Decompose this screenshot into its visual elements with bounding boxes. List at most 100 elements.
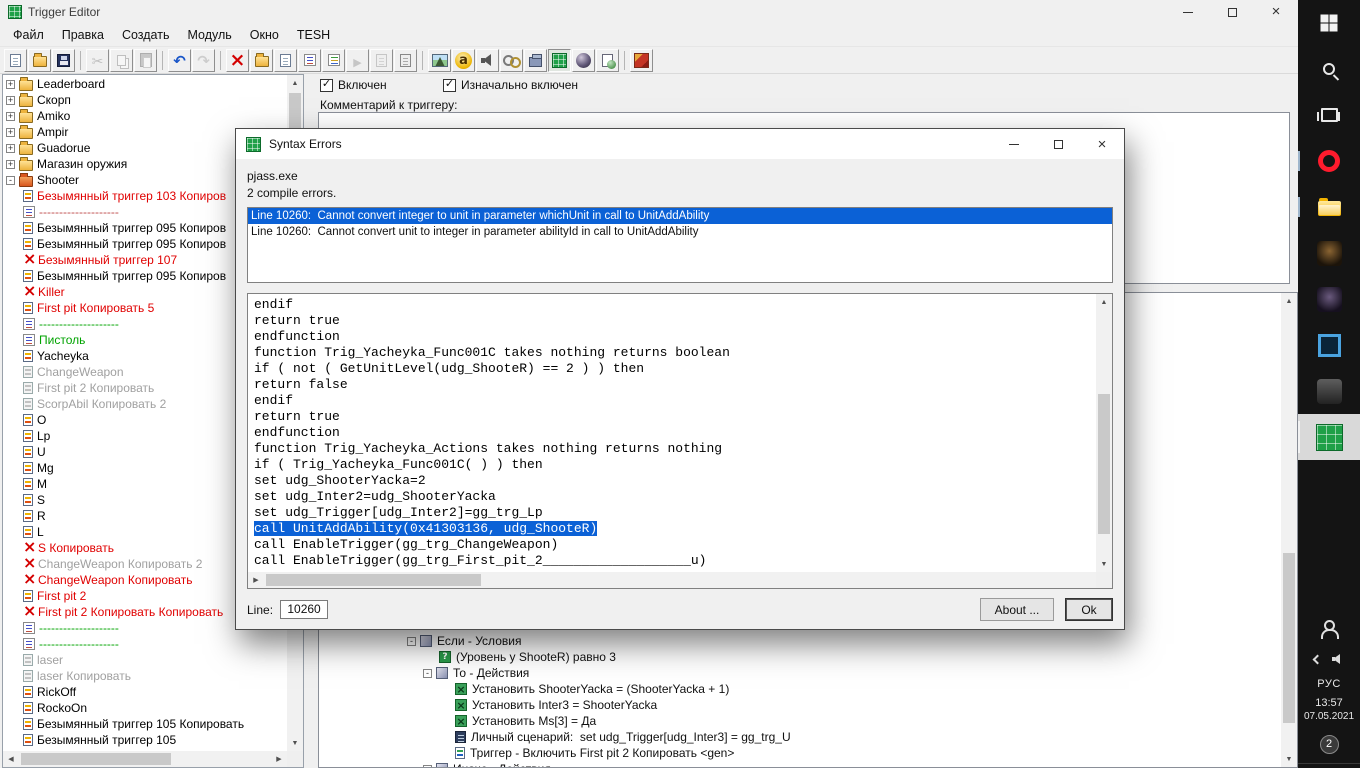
app-taskbar-button-3[interactable] [1298,322,1360,368]
search-button[interactable] [1298,46,1360,92]
menu-item[interactable]: Правка [53,26,113,44]
paste-button[interactable] [134,48,157,72]
redo-button[interactable] [192,48,215,72]
menu-item[interactable]: TESH [288,26,339,44]
run-trigger-button[interactable] [346,48,369,72]
scroll-thumb[interactable] [1283,553,1295,723]
scroll-up-button[interactable]: ▲ [1281,293,1297,309]
initially-enabled-checkbox[interactable]: ✓ [443,78,456,92]
about-button[interactable]: About ... [980,598,1054,621]
code-horizontal-scrollbar[interactable]: ◀ ▶ [248,572,1096,588]
tree-item[interactable]: RockoOn [3,700,287,716]
scroll-up-button[interactable]: ▲ [1096,294,1112,310]
ai-editor-button[interactable] [572,48,595,72]
action-expander[interactable]: - [423,668,432,678]
show-desktop-button[interactable] [1298,763,1360,768]
clock[interactable]: 13:57 07.05.2021 [1304,695,1354,725]
scroll-right-button[interactable]: ▶ [248,572,264,588]
action-item[interactable]: - Иначе - Действия [319,761,1281,767]
dialog-maximize-button[interactable] [1036,129,1080,159]
scroll-down-button[interactable]: ▼ [1281,751,1297,767]
menu-item[interactable]: Модуль [178,26,240,44]
tree-expander[interactable]: - [6,175,15,185]
action-item[interactable]: (Уровень у ShooteR) равно 3 [319,649,1281,665]
volume-icon[interactable] [1331,653,1345,665]
notification-center-button[interactable]: 2 [1298,725,1360,763]
tree-expander[interactable]: + [6,79,15,89]
tree-item[interactable]: RickOff [3,684,287,700]
action-expander[interactable]: - [407,636,416,646]
app-taskbar-button-1[interactable] [1298,230,1360,276]
dialog-close-button[interactable] [1080,129,1124,159]
dialog-minimize-button[interactable] [992,129,1036,159]
close-button[interactable] [1254,0,1298,24]
app-taskbar-button-2[interactable] [1298,276,1360,322]
minimize-button[interactable] [1166,0,1210,24]
scroll-right-button[interactable]: ▶ [271,751,287,767]
hidden-icons-chevron[interactable] [1312,654,1322,664]
tree-expander[interactable]: + [6,95,15,105]
tree-expander[interactable]: + [6,127,15,137]
test-map-button[interactable] [630,48,653,72]
actions-vertical-scrollbar[interactable]: ▲ ▼ [1281,293,1297,767]
menu-item[interactable]: Файл [4,26,53,44]
tree-item[interactable]: + Скорп [3,92,287,108]
cut-button[interactable] [86,48,109,72]
trigger-editor-button[interactable] [548,48,571,72]
error-item[interactable]: Line 10260: Cannot convert unit to integ… [248,224,1112,240]
new-button[interactable] [4,48,27,72]
new-comment-button[interactable] [298,48,321,72]
explorer-taskbar-button[interactable] [1298,184,1360,230]
enabled-checkbox[interactable]: ✓ [320,78,333,92]
scroll-thumb[interactable] [1098,394,1110,534]
export-script-button[interactable] [370,48,393,72]
tree-horizontal-scrollbar[interactable]: ◀ ▶ [3,751,287,767]
line-number-input[interactable]: 10260 [280,600,329,619]
save-button[interactable] [52,48,75,72]
undo-button[interactable] [168,48,191,72]
syntax-check-button[interactable] [394,48,417,72]
scroll-left-button[interactable]: ◀ [3,751,19,767]
import-manager-button[interactable] [524,48,547,72]
action-item[interactable]: Личный сценарий: set udg_Trigger[udg_Int… [319,729,1281,745]
action-item[interactable]: - Если - Условия [319,633,1281,649]
sound-editor-button[interactable] [476,48,499,72]
error-item[interactable]: Line 10260: Cannot convert integer to un… [248,208,1112,224]
terrain-editor-button[interactable] [428,48,451,72]
action-item[interactable]: Установить Ms[3] = Да [319,713,1281,729]
scroll-down-button[interactable]: ▼ [1096,556,1112,572]
action-item[interactable]: Установить Inter3 = ShooterYacka [319,697,1281,713]
ok-button[interactable]: Ok [1065,598,1113,621]
object-editor-button[interactable] [452,48,475,72]
action-expander[interactable]: - [423,764,432,767]
action-item[interactable]: - То - Действия [319,665,1281,681]
new-category-button[interactable] [250,48,273,72]
tree-item[interactable]: Безымянный триггер 105 [3,732,287,748]
world-editor-taskbar-button[interactable] [1298,414,1360,460]
campaign-editor-button[interactable] [596,48,619,72]
task-view-button[interactable] [1298,92,1360,138]
tree-item[interactable]: laser [3,652,287,668]
tree-expander[interactable]: + [6,143,15,153]
language-indicator[interactable]: РУС [1317,673,1341,695]
scroll-thumb[interactable] [266,574,481,586]
start-button[interactable] [1298,0,1360,46]
tree-item[interactable]: -------------------- [3,636,287,652]
code-vertical-scrollbar[interactable]: ▲ ▼ [1096,294,1112,572]
copy-button[interactable] [110,48,133,72]
tree-item[interactable]: + Amiko [3,108,287,124]
script-view[interactable]: endif return true endfunction function T… [247,293,1113,589]
scroll-down-button[interactable]: ▼ [287,735,303,751]
tree-item[interactable]: + Leaderboard [3,76,287,92]
scroll-up-button[interactable]: ▲ [287,75,303,91]
action-item[interactable]: Триггер - Включить First pit 2 Копироват… [319,745,1281,761]
new-event-button[interactable] [322,48,345,72]
app-taskbar-button-4[interactable] [1298,368,1360,414]
scroll-thumb[interactable] [21,753,171,765]
new-trigger-button[interactable] [274,48,297,72]
action-item[interactable]: Установить ShooterYacka = (ShooterYacka … [319,681,1281,697]
menu-item[interactable]: Окно [241,26,288,44]
tree-expander[interactable]: + [6,111,15,121]
tree-item[interactable]: laser Копировать [3,668,287,684]
delete-button[interactable] [226,48,249,72]
